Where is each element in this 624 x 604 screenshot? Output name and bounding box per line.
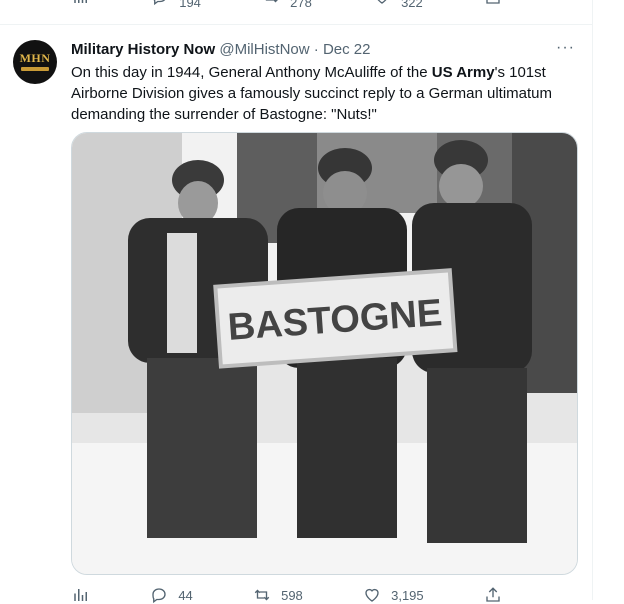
share-icon xyxy=(486,0,500,4)
more-options-button[interactable]: ··· xyxy=(556,39,575,57)
retweet-count: 278 xyxy=(290,0,312,10)
retweet-icon xyxy=(265,0,279,3)
timeline-right-border xyxy=(592,0,593,600)
display-name[interactable]: Military History Now xyxy=(71,41,215,58)
header-separator: · xyxy=(313,41,319,58)
heart-icon xyxy=(377,0,387,4)
reply-button[interactable]: 44 xyxy=(150,586,193,604)
analytics-button[interactable] xyxy=(72,586,90,604)
avatar-logo-text: MHN xyxy=(19,51,51,65)
analytics-icon xyxy=(74,0,87,3)
avatar-logo-bar xyxy=(21,67,49,71)
photo-image: BASTOGNE xyxy=(72,133,577,574)
reply-count: 44 xyxy=(178,587,193,603)
heart-icon xyxy=(365,588,379,602)
previous-tweet-action-bar: 194 278 322 xyxy=(72,0,502,12)
tweet-header: Military History Now @MilHistNow · Dec 2… xyxy=(71,40,370,60)
tweet-text-part: On this day in 1944, General Anthony McA… xyxy=(71,64,432,81)
like-button[interactable]: 3,195 xyxy=(363,586,424,604)
tweet-date[interactable]: Dec 22 xyxy=(323,41,371,58)
reply-icon xyxy=(152,588,166,604)
retweet-button[interactable]: 278 xyxy=(262,0,312,9)
reply-count: 194 xyxy=(179,0,201,10)
retweet-icon xyxy=(254,589,270,601)
reply-button[interactable]: 194 xyxy=(151,0,201,9)
tweet-action-bar: 44 598 3,195 xyxy=(72,586,502,604)
like-button[interactable]: 322 xyxy=(373,0,423,9)
retweet-count: 598 xyxy=(281,587,303,603)
tweet[interactable]: MHN Military History Now @MilHistNow · D… xyxy=(0,25,592,604)
avatar[interactable]: MHN xyxy=(13,40,57,84)
like-count: 322 xyxy=(401,0,423,10)
share-button[interactable] xyxy=(484,586,502,604)
analytics-icon xyxy=(74,589,87,601)
share-button[interactable] xyxy=(484,0,502,6)
tweet-text-bold: US Army xyxy=(431,64,495,81)
like-count: 3,195 xyxy=(391,587,424,603)
user-handle[interactable]: @MilHistNow xyxy=(219,41,309,58)
analytics-button[interactable] xyxy=(72,0,90,6)
reply-icon xyxy=(153,0,166,6)
tweet-photo[interactable]: BASTOGNE xyxy=(71,132,578,575)
share-icon xyxy=(486,587,500,602)
tweet-text: On this day in 1944, General Anthony McA… xyxy=(71,62,571,125)
retweet-button[interactable]: 598 xyxy=(253,586,303,604)
